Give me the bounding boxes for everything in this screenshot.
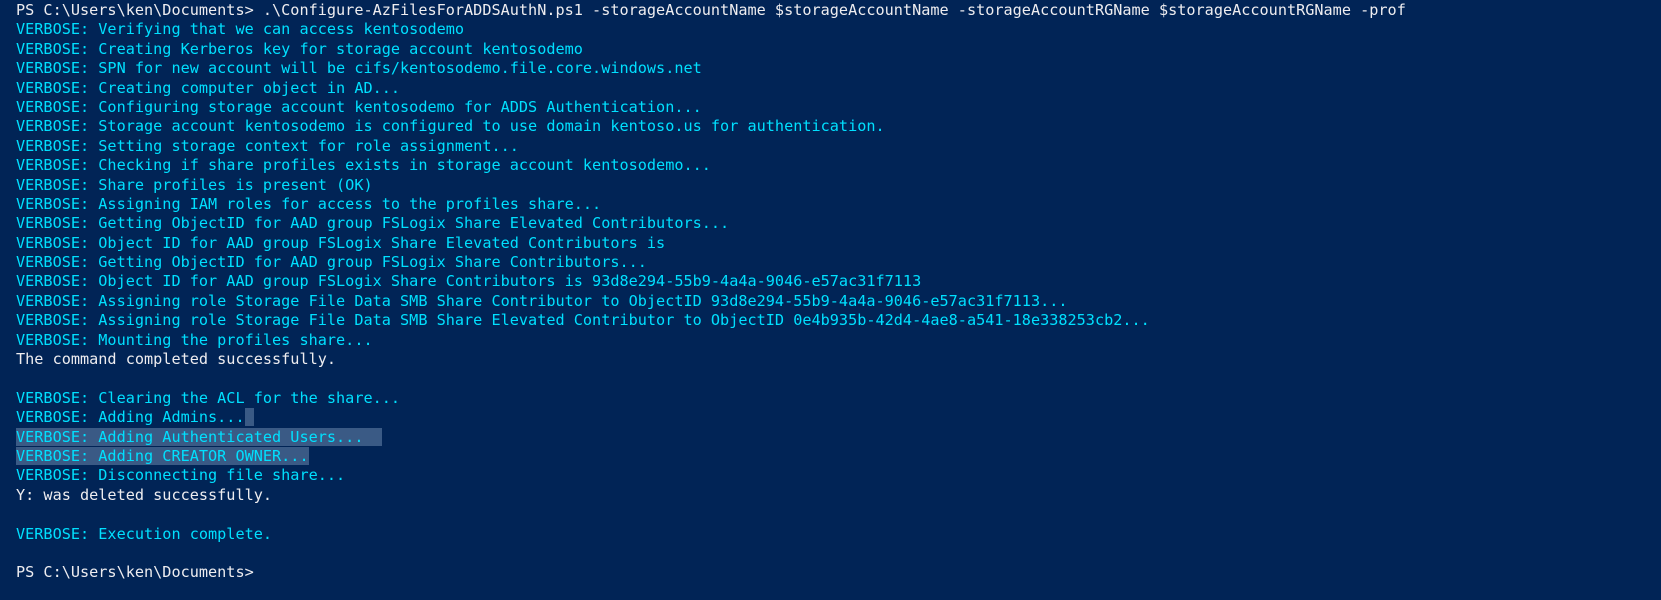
verbose-line-text: VERBOSE: Creating computer object in AD.…	[16, 78, 401, 97]
verbose-line-text: VERBOSE: Setting storage context for rol…	[16, 136, 519, 155]
prompt-line-text: PS C:\Users\ken\Documents>	[16, 563, 254, 582]
verbose-line-text: VERBOSE: Assigning role Storage File Dat…	[16, 291, 1068, 310]
verbose-line: VERBOSE: Execution complete.	[16, 525, 1661, 544]
verbose-line: VERBOSE: Share profiles is present (OK)	[16, 176, 1661, 195]
verbose-line: VERBOSE: Assigning role Storage File Dat…	[16, 311, 1661, 330]
verbose-line-text: VERBOSE: Object ID for AAD group FSLogix…	[16, 233, 666, 252]
verbose-line: VERBOSE: SPN for new account will be cif…	[16, 59, 1661, 78]
verbose-line-text: VERBOSE: Adding Admins...	[16, 408, 245, 427]
verbose-line-text: VERBOSE: Mounting the profiles share...	[16, 330, 373, 349]
verbose-line: VERBOSE: Getting ObjectID for AAD group …	[16, 253, 1661, 272]
command-line: PS C:\Users\ken\Documents> .\Configure-A…	[16, 1, 1661, 20]
verbose-line: VERBOSE: Object ID for AAD group FSLogix…	[16, 272, 1661, 291]
output-line: Y: was deleted successfully.	[16, 486, 1661, 505]
verbose-line-text: VERBOSE: Verifying that we can access ke…	[16, 20, 465, 39]
output-line-text: The command completed successfully.	[16, 350, 337, 369]
verbose-line-text: VERBOSE: Execution complete.	[16, 524, 273, 543]
verbose-line: VERBOSE: Adding Admins...	[16, 408, 1661, 427]
verbose-line: VERBOSE: Creating Kerberos key for stora…	[16, 40, 1661, 59]
verbose-line: VERBOSE: Adding CREATOR OWNER...	[16, 446, 1661, 466]
verbose-line-text: VERBOSE: Object ID for AAD group FSLogix…	[16, 272, 922, 291]
verbose-line: VERBOSE: Checking if share profiles exis…	[16, 156, 1661, 175]
verbose-line: VERBOSE: Mounting the profiles share...	[16, 331, 1661, 350]
verbose-line-text: VERBOSE: Checking if share profiles exis…	[16, 156, 711, 175]
verbose-line-text: VERBOSE: SPN for new account will be cif…	[16, 59, 702, 78]
verbose-line: VERBOSE: Setting storage context for rol…	[16, 137, 1661, 156]
verbose-line: VERBOSE: Creating computer object in AD.…	[16, 79, 1661, 98]
verbose-line-text: VERBOSE: Assigning IAM roles for access …	[16, 194, 602, 213]
verbose-line-text: VERBOSE: Getting ObjectID for AAD group …	[16, 214, 730, 233]
powershell-console[interactable]: PS C:\Users\ken\Documents> .\Configure-A…	[0, 0, 1661, 600]
selection-highlight	[363, 427, 382, 446]
verbose-line: VERBOSE: Assigning IAM roles for access …	[16, 195, 1661, 214]
verbose-line-text: VERBOSE: Share profiles is present (OK)	[16, 175, 373, 194]
verbose-line: VERBOSE: Adding Authenticated Users...	[16, 427, 1661, 447]
verbose-line: VERBOSE: Disconnecting file share...	[16, 466, 1661, 485]
verbose-line-text: VERBOSE: Assigning role Storage File Dat…	[16, 311, 1150, 330]
verbose-line-text: VERBOSE: Creating Kerberos key for stora…	[16, 39, 583, 58]
prompt-line: PS C:\Users\ken\Documents>	[16, 563, 1661, 582]
verbose-line: VERBOSE: Getting ObjectID for AAD group …	[16, 214, 1661, 233]
verbose-line-text: VERBOSE: Getting ObjectID for AAD group …	[16, 253, 647, 272]
verbose-line: VERBOSE: Object ID for AAD group FSLogix…	[16, 234, 1661, 253]
output-line: The command completed successfully.	[16, 350, 1661, 369]
verbose-line: VERBOSE: Verifying that we can access ke…	[16, 20, 1661, 39]
verbose-line: VERBOSE: Assigning role Storage File Dat…	[16, 292, 1661, 311]
command-line-text: PS C:\Users\ken\Documents> .\Configure-A…	[16, 1, 1406, 19]
verbose-line-text: VERBOSE: Adding Authenticated Users...	[16, 427, 364, 446]
selection-highlight	[244, 408, 254, 427]
verbose-line: VERBOSE: Storage account kentosodemo is …	[16, 117, 1661, 136]
verbose-line-text: VERBOSE: Storage account kentosodemo is …	[16, 117, 885, 136]
verbose-line-text: VERBOSE: Clearing the ACL for the share.…	[16, 388, 401, 407]
verbose-line: VERBOSE: Configuring storage account ken…	[16, 98, 1661, 117]
verbose-line-text: VERBOSE: Disconnecting file share...	[16, 466, 346, 485]
verbose-line-text: VERBOSE: Adding CREATOR OWNER...	[16, 446, 309, 465]
output-line-text: Y: was deleted successfully.	[16, 485, 273, 504]
verbose-line-text: VERBOSE: Configuring storage account ken…	[16, 97, 702, 116]
verbose-line: VERBOSE: Clearing the ACL for the share.…	[16, 389, 1661, 408]
